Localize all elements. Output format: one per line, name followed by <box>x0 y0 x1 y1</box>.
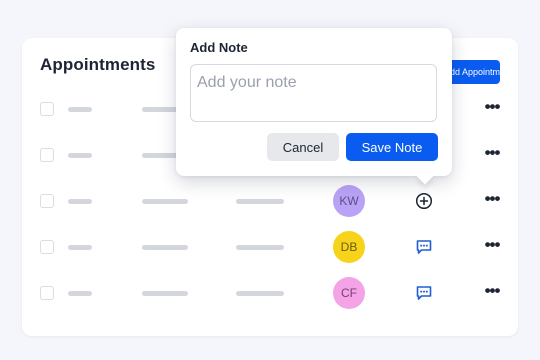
more-options-button[interactable]: ••• <box>481 190 503 211</box>
plus-circle-icon[interactable] <box>415 192 433 210</box>
cancel-button[interactable]: Cancel <box>267 133 339 161</box>
row-checkbox[interactable] <box>40 286 54 300</box>
page-title: Appointments <box>40 55 156 74</box>
placeholder-bar <box>68 199 92 204</box>
placeholder-bar <box>236 245 284 250</box>
note-input[interactable] <box>190 64 437 122</box>
table-row: KW ••• <box>22 179 518 225</box>
placeholder-bar <box>68 291 92 296</box>
more-options-button[interactable]: ••• <box>481 236 503 257</box>
more-options-button[interactable]: ••• <box>481 98 503 119</box>
placeholder-bar <box>142 245 188 250</box>
avatar: KW <box>333 185 365 217</box>
table-row: CF ••• <box>22 271 518 317</box>
more-options-button[interactable]: ••• <box>481 282 503 303</box>
avatar: CF <box>333 277 365 309</box>
row-checkbox[interactable] <box>40 194 54 208</box>
add-note-popover: Add Note Cancel Save Note <box>176 28 452 185</box>
row-checkbox[interactable] <box>40 148 54 162</box>
placeholder-bar <box>68 153 92 158</box>
placeholder-bar <box>142 199 188 204</box>
placeholder-bar <box>68 107 92 112</box>
popover-title: Add Note <box>190 40 248 55</box>
avatar: DB <box>333 231 365 263</box>
placeholder-bar <box>68 245 92 250</box>
save-note-button[interactable]: Save Note <box>346 133 438 161</box>
message-icon[interactable] <box>415 238 433 256</box>
placeholder-bar <box>236 199 284 204</box>
more-options-button[interactable]: ••• <box>481 144 503 165</box>
message-icon[interactable] <box>415 284 433 302</box>
placeholder-bar <box>142 291 188 296</box>
row-checkbox[interactable] <box>40 240 54 254</box>
row-checkbox[interactable] <box>40 102 54 116</box>
placeholder-bar <box>236 291 284 296</box>
table-row: DB ••• <box>22 225 518 271</box>
